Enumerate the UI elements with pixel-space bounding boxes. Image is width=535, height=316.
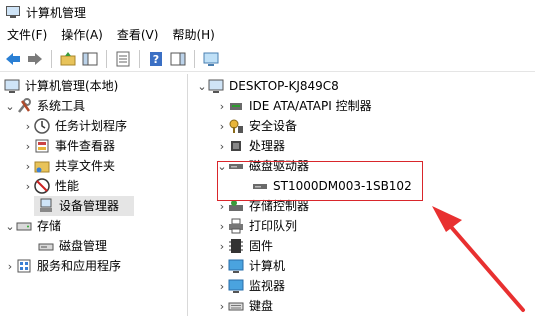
tree-item-label: 系统工具 [37,99,86,113]
tree-item-label: 磁盘管理 [59,239,108,253]
keyboard-icon [228,298,244,314]
chevron-down-icon[interactable]: ⌄ [4,216,16,236]
clock-icon [34,118,50,134]
device-category-label: 打印队列 [249,219,298,233]
toolbar-separator [194,49,195,68]
tree-item-computer-management[interactable]: 计算机管理(本地) [4,76,118,96]
tree-item-device-manager[interactable]: 设备管理器 [34,196,134,216]
device-category-label: 计算机 [249,259,286,273]
monitor-icon [228,258,244,274]
tree-item-label: 存储 [37,219,62,233]
device-category-ide-controller[interactable]: › IDE ATA/ATAPI 控制器 [216,96,372,116]
toolbar-separator [51,49,52,68]
device-category-label: IDE ATA/ATAPI 控制器 [249,99,372,113]
security-device-icon [228,118,244,134]
computer-name: DESKTOP-KJ849C8 [229,79,339,93]
tree-item-shared-folders[interactable]: › 共享文件夹 [22,156,115,176]
device-category-processors[interactable]: › 处理器 [216,136,285,156]
tree-item-storage[interactable]: ⌄ 存储 [4,216,61,236]
toolbar: ? [0,46,535,72]
chevron-right-icon[interactable]: › [216,276,228,296]
window-title: 计算机管理 [26,5,87,20]
tree-item-event-viewer[interactable]: › 事件查看器 [22,136,115,156]
tree-item-system-tools[interactable]: ⌄ 系统工具 [4,96,85,116]
chevron-right-icon[interactable]: › [216,236,228,256]
device-category-monitors[interactable]: › 监视器 [216,276,285,296]
chevron-right-icon[interactable]: › [22,176,34,196]
menu-view[interactable]: 查看(V) [110,24,166,46]
folder-up-icon[interactable] [59,50,77,68]
show-hide-tree-icon[interactable] [81,50,99,68]
tree-item-disk-management[interactable]: 磁盘管理 [34,236,107,256]
printer-icon [228,218,244,234]
device-category-label: 监视器 [249,279,286,293]
system-tools-icon [16,98,32,114]
chevron-right-icon[interactable]: › [216,96,228,116]
tree-item-label: 任务计划程序 [55,119,128,133]
tree-item-services-and-applications[interactable]: › 服务和应用程序 [4,256,121,276]
menu-bar: 文件(F) 操作(A) 查看(V) 帮助(H) [0,24,535,46]
computer-icon [208,78,224,94]
disk-management-icon [38,238,54,254]
firmware-icon [228,238,244,254]
device-category-keyboards[interactable]: › 键盘 [216,296,273,316]
console-tree-pane: 计算机管理(本地) ⌄ 系统工具 › 任务计划程序 › 事件查看器 › 共享文件… [0,74,188,316]
display-icon [228,278,244,294]
device-category-computer[interactable]: › 计算机 [216,256,285,276]
device-category-label: 安全设备 [249,119,298,133]
toolbar-separator [106,49,107,68]
device-category-print-queues[interactable]: › 打印队列 [216,216,297,236]
device-tree-root[interactable]: ⌄ DESKTOP-KJ849C8 [196,76,339,96]
shared-folder-icon [34,158,50,174]
svg-text:?: ? [153,53,159,66]
tree-item-label: 服务和应用程序 [37,259,122,273]
device-category-label: 处理器 [249,139,286,153]
storage-icon [16,218,32,234]
tree-item-performance[interactable]: › 性能 [22,176,79,196]
chevron-right-icon[interactable]: › [22,116,34,136]
tree-item-label: 计算机管理(本地) [25,79,119,93]
title-bar: 计算机管理 [0,0,535,24]
performance-icon [34,178,50,194]
computer-management-app-icon [6,5,20,19]
chevron-down-icon[interactable]: ⌄ [196,76,208,96]
chevron-right-icon[interactable]: › [22,136,34,156]
chevron-right-icon[interactable]: › [4,256,16,276]
chevron-right-icon[interactable]: › [216,136,228,156]
chevron-right-icon[interactable]: › [216,116,228,136]
chevron-right-icon[interactable]: › [22,156,34,176]
forward-arrow-icon[interactable] [26,50,44,68]
event-viewer-icon [34,138,50,154]
tree-item-label: 性能 [55,179,80,193]
chevron-right-icon[interactable]: › [216,256,228,276]
help-icon[interactable]: ? [147,50,165,68]
services-icon [16,258,32,274]
menu-help[interactable]: 帮助(H) [165,24,221,46]
properties-icon[interactable] [114,50,132,68]
tree-item-label: 共享文件夹 [55,159,116,173]
device-category-security-devices[interactable]: › 安全设备 [216,116,297,136]
menu-action[interactable]: 操作(A) [54,24,110,46]
ide-controller-icon [228,98,244,114]
monitor-icon[interactable] [202,50,220,68]
menu-file[interactable]: 文件(F) [0,24,54,46]
tree-item-label: 事件查看器 [55,139,116,153]
chevron-right-icon[interactable]: › [216,216,228,236]
chevron-right-icon[interactable]: › [216,296,228,316]
tree-item-label: 设备管理器 [59,199,120,213]
back-arrow-icon[interactable] [4,50,22,68]
chevron-down-icon[interactable]: ⌄ [4,96,16,116]
device-category-label: 固件 [249,239,274,253]
action-pane-icon[interactable] [169,50,187,68]
device-category-label: 键盘 [249,299,274,313]
tree-item-task-scheduler[interactable]: › 任务计划程序 [22,116,127,136]
device-category-firmware[interactable]: › 固件 [216,236,273,256]
computer-management-icon [4,78,20,94]
toolbar-separator [139,49,140,68]
device-manager-icon [38,198,54,214]
processor-icon [228,138,244,154]
annotation-highlight-box [217,161,423,201]
